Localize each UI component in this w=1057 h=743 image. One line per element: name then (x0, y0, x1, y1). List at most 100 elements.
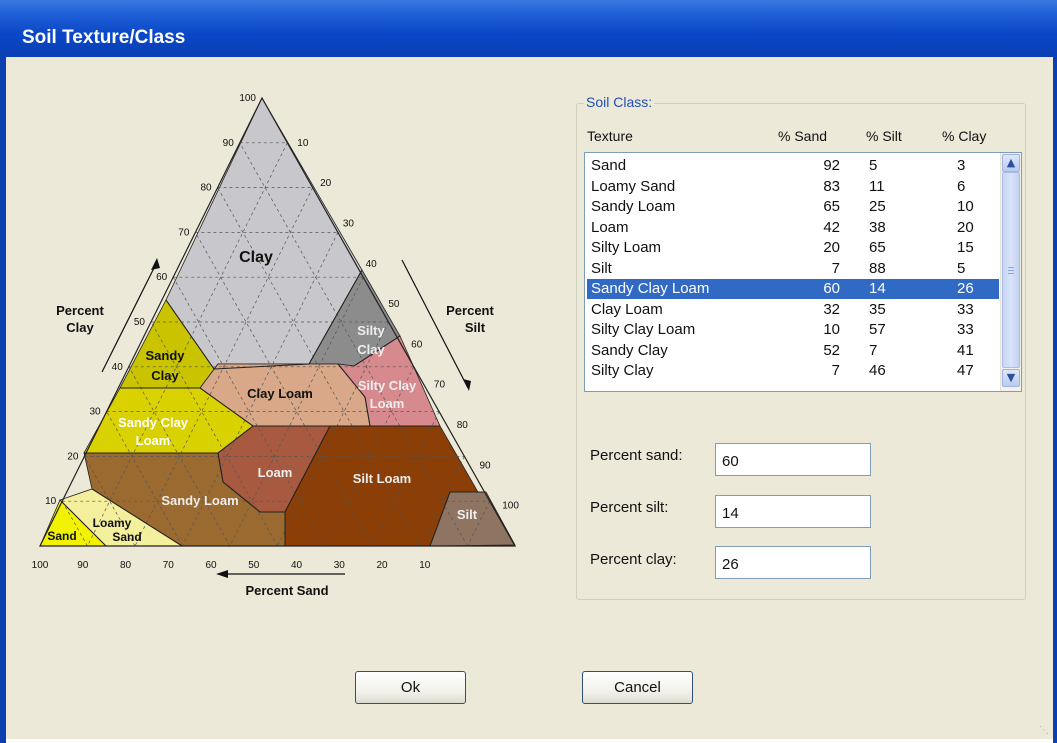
sand-tick-label: 40 (291, 560, 303, 571)
list-item[interactable]: Silty Clay 7 46 47 (587, 361, 999, 381)
silt-tick-label: 90 (479, 460, 491, 471)
sand-axis-title: Percent Sand (245, 583, 328, 598)
silt-axis-title-1: Percent (446, 303, 494, 318)
cell-silt: 25 (869, 198, 886, 215)
list-item[interactable]: Sand 92 5 3 (587, 156, 999, 176)
scroll-thumb[interactable] (1002, 172, 1020, 368)
list-item[interactable]: Sandy Clay 52 7 41 (587, 341, 999, 361)
cell-clay: 47 (957, 362, 974, 379)
clay-tick-label: 30 (89, 407, 101, 418)
cell-sand: 83 (823, 177, 840, 195)
percent-clay-label: Percent clay: (590, 551, 677, 568)
silt-tick-label: 60 (411, 339, 423, 350)
clay-tick-label: 90 (223, 138, 235, 149)
cell-sand: 10 (823, 321, 840, 338)
cell-clay: 3 (957, 157, 966, 174)
cell-sand: 92 (823, 157, 840, 174)
cell-clay: 5 (957, 259, 966, 277)
ok-button[interactable]: Ok (355, 671, 466, 704)
cell-silt: 46 (869, 362, 886, 379)
cell-sand: 20 (823, 239, 840, 256)
sand-axis-arrowhead (216, 570, 228, 578)
label-silty-clay-2: Clay (357, 342, 385, 357)
sand-tick-label: 20 (376, 560, 388, 571)
percent-silt-input[interactable]: 14 (715, 495, 871, 528)
cell-texture: Silty Clay (591, 362, 654, 379)
clay-tick-label: 60 (156, 272, 168, 283)
silt-tick-label: 70 (434, 380, 446, 391)
sand-tick-label: 50 (248, 560, 260, 571)
sand-tick-label: 60 (205, 560, 217, 571)
label-silt: Silt (457, 507, 478, 522)
cell-sand: 42 (823, 218, 840, 236)
cell-texture: Loamy Sand (591, 177, 676, 195)
cell-texture: Silty Loam (591, 239, 662, 256)
soil-class-group-label: Soil Class: (584, 94, 655, 110)
label-clay-loam: Clay Loam (247, 386, 313, 401)
cell-silt: 57 (869, 321, 886, 338)
label-clay: Clay (239, 249, 273, 266)
list-item[interactable]: Loam 42 38 20 (587, 218, 999, 238)
list-scrollbar[interactable]: ▲ ▼ (1000, 153, 1021, 391)
cell-sand: 65 (823, 198, 840, 215)
silt-tick-label: 80 (457, 420, 469, 431)
soil-class-list[interactable]: Sand 92 5 3 Loamy Sand 83 11 6 Sandy Loam 65 25 10 L… (584, 152, 1022, 392)
list-item[interactable]: Silty Loam 20 65 15 (587, 238, 999, 258)
cell-clay: 6 (957, 177, 966, 195)
cell-texture: Sandy Clay (591, 341, 668, 359)
cell-sand: 32 (823, 300, 840, 318)
label-sandy-clay-loam-1: Sandy Clay (118, 415, 189, 430)
label-loamy-sand-2: Sand (112, 530, 141, 544)
resize-grip-icon[interactable]: ⋱ (1039, 725, 1051, 737)
list-item[interactable]: Silty Clay Loam 10 57 33 (587, 320, 999, 340)
label-loam: Loam (258, 465, 293, 480)
list-item[interactable]: Clay Loam 32 35 33 (587, 300, 999, 320)
cancel-button[interactable]: Cancel (582, 671, 693, 704)
list-item[interactable]: Loamy Sand 83 11 6 (587, 177, 999, 197)
silt-tick-label: 10 (297, 138, 309, 149)
cell-clay: 20 (957, 218, 974, 236)
silt-axis-arrowhead (463, 379, 471, 391)
soil-texture-triangle[interactable]: Clay Sandy Clay Silty Clay Clay Loam Sil… (20, 90, 540, 610)
list-item[interactable]: Silt 7 88 5 (587, 259, 999, 279)
clay-axis-title-2: Clay (66, 320, 94, 335)
clay-tick-label: 40 (112, 362, 124, 373)
title-bar[interactable]: Soil Texture/Class (0, 0, 1057, 57)
label-sandy-clay-1: Sandy (145, 348, 185, 363)
cell-silt: 35 (869, 300, 886, 318)
cell-silt: 5 (869, 157, 878, 174)
cell-silt: 88 (869, 259, 886, 277)
label-sand: Sand (47, 529, 76, 543)
clay-tick-label: 50 (134, 317, 146, 328)
cell-texture: Sandy Loam (591, 198, 676, 215)
header-sand: % Sand (778, 128, 828, 144)
cell-texture: Silty Clay Loam (591, 321, 696, 338)
cell-clay: 15 (957, 239, 974, 256)
cell-silt: 38 (869, 218, 886, 236)
percent-clay-input[interactable]: 26 (715, 546, 871, 579)
sand-tick-label: 70 (163, 560, 175, 571)
silt-tick-label: 100 (502, 501, 519, 512)
list-item[interactable]: Sandy Loam 65 25 10 (587, 197, 999, 217)
sand-tick-label: 90 (77, 560, 89, 571)
list-item[interactable]: Sandy Clay Loam 60 14 26 (587, 279, 999, 299)
clay-axis-title-1: Percent (56, 303, 104, 318)
clay-axis-arrowhead (151, 258, 160, 270)
label-sandy-clay-loam-2: Loam (136, 433, 171, 448)
scroll-down-icon[interactable]: ▼ (1002, 369, 1020, 387)
cell-texture: Sand (591, 157, 627, 174)
clay-tick-label: 100 (239, 93, 256, 104)
clay-tick-label: 70 (178, 227, 190, 238)
cell-texture: Silt (591, 259, 612, 277)
header-texture: Texture (587, 128, 633, 144)
header-silt: % Silt (866, 128, 902, 144)
cell-clay: 41 (957, 341, 974, 359)
cell-texture: Sandy Clay Loam (591, 280, 710, 297)
scroll-up-icon[interactable]: ▲ (1002, 154, 1020, 172)
cell-silt: 7 (869, 341, 878, 359)
cell-silt: 14 (869, 280, 886, 297)
percent-sand-label: Percent sand: (590, 447, 683, 464)
label-sandy-clay-2: Clay (151, 368, 179, 383)
label-silty-clay-loam-2: Loam (370, 396, 405, 411)
percent-sand-input[interactable]: 60 (715, 443, 871, 476)
